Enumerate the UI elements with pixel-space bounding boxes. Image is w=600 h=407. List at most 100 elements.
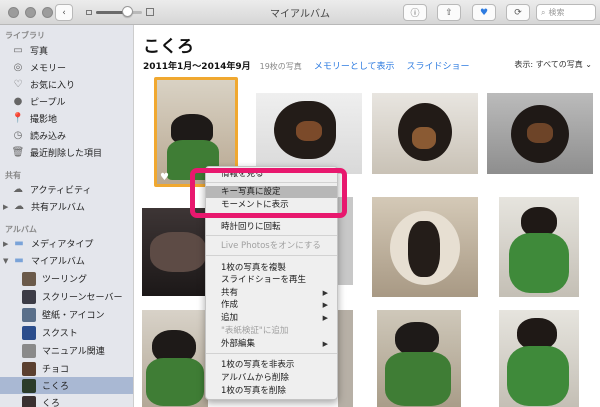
disclosure-down-icon[interactable]: ▼ — [3, 257, 11, 265]
sidebar: ライブラリ ▭ 写真 ◎ メモリー ♡ お気に入り ● ピープル 📍 撮影地 ◷… — [0, 25, 134, 407]
search-field[interactable]: ⌕ 検索 — [536, 4, 596, 21]
photo-thumbnail[interactable] — [338, 310, 353, 407]
share-icon: ⇧ — [445, 7, 453, 18]
menu-item-label: 1枚の写真を非表示 — [221, 360, 295, 370]
sidebar-album-kokuro[interactable]: こくろ — [0, 377, 133, 394]
small-thumbnail-icon — [86, 10, 92, 15]
info-button[interactable]: ⓘ — [403, 4, 427, 21]
sidebar-item-label: ツーリング — [42, 275, 88, 285]
menu-item-create[interactable]: 作成 ▶ — [206, 299, 337, 311]
favorites-icon: ♡ — [13, 79, 23, 90]
photo-thumbnail[interactable] — [499, 197, 579, 297]
photo-thumbnail[interactable] — [142, 208, 208, 296]
sidebar-item-label: メモリー — [30, 64, 67, 74]
menu-item-share[interactable]: 共有 ▶ — [206, 287, 337, 299]
show-filter-dropdown[interactable]: 表示: すべての写真 ⌄ — [514, 59, 592, 70]
album-thumbnail — [22, 343, 36, 358]
menu-separator — [206, 255, 337, 256]
menu-item-label: Live Photosをオンにする — [221, 241, 321, 251]
sidebar-item-activity[interactable]: ☁ アクティビティ — [0, 181, 133, 198]
album-thumbnail — [22, 378, 36, 393]
photo-count: 19枚の写真 — [259, 62, 302, 71]
photo-thumbnail[interactable] — [499, 310, 579, 407]
menu-item-add-to[interactable]: 追加 ▶ — [206, 312, 337, 324]
rotate-icon: ⟳ — [514, 7, 522, 18]
info-icon: ⓘ — [410, 9, 420, 19]
sidebar-item-media-types[interactable]: ▶ ▬ メディアタイプ — [0, 235, 133, 252]
album-thumbnail — [22, 395, 36, 407]
photos-icon: ▭ — [13, 45, 23, 56]
submenu-arrow-icon: ▶ — [322, 301, 328, 309]
album-thumbnail — [22, 325, 36, 340]
photo-thumbnail[interactable] — [372, 197, 478, 297]
search-icon: ⌕ — [541, 7, 546, 17]
menu-item-label: スライドショーを再生 — [221, 275, 307, 285]
menu-item-label: 1枚の写真を複製 — [221, 263, 286, 273]
zoom-slider[interactable] — [96, 11, 142, 14]
zoom-slider-knob[interactable] — [122, 6, 133, 17]
sidebar-album-touring[interactable]: ツーリング — [0, 270, 133, 287]
photo-thumbnail[interactable] — [487, 93, 593, 174]
sidebar-item-label: 読み込み — [30, 132, 67, 142]
favorite-button[interactable]: ♥ — [472, 4, 496, 21]
sidebar-item-label: こくろ — [42, 382, 70, 392]
sidebar-item-memories[interactable]: ◎ メモリー — [0, 59, 133, 76]
sidebar-album-screensaver[interactable]: スクリーンセーバー — [0, 288, 133, 305]
menu-item-hide-photo[interactable]: 1枚の写真を非表示 — [206, 359, 337, 371]
rotate-button[interactable]: ⟳ — [506, 4, 530, 21]
disclosure-right-icon[interactable]: ▶ — [3, 203, 11, 211]
sidebar-item-shared-albums[interactable]: ▶ ☁ 共有アルバム — [0, 198, 133, 215]
sidebar-item-recently-deleted[interactable]: 🗑 最近削除した項目 — [0, 144, 133, 161]
menu-item-remove-from-album[interactable]: アルバムから削除 — [206, 372, 337, 384]
show-as-memory-link[interactable]: メモリーとして表示 — [314, 59, 395, 72]
close-window-button[interactable] — [8, 7, 19, 18]
minimize-window-button[interactable] — [25, 7, 36, 18]
sidebar-item-label: メディアタイプ — [31, 240, 94, 250]
sidebar-album-scst[interactable]: スクスト — [0, 324, 133, 341]
submenu-arrow-icon: ▶ — [322, 340, 328, 348]
menu-item-label: 時計回りに回転 — [221, 222, 281, 232]
menu-item-label: 外部編集 — [221, 339, 256, 349]
sidebar-item-label: チョコ — [42, 365, 70, 375]
sidebar-item-label: 壁紙・アイコン — [42, 311, 105, 321]
menu-item-edit-with[interactable]: 外部編集 ▶ — [206, 338, 337, 350]
sidebar-item-favorites[interactable]: ♡ お気に入り — [0, 76, 133, 93]
cloud-icon: ☁ — [13, 184, 23, 195]
sidebar-item-label: 共有アルバム — [31, 203, 85, 213]
sidebar-album-wallpaper[interactable]: 壁紙・アイコン — [0, 306, 133, 323]
search-placeholder: 検索 — [548, 8, 565, 17]
photo-thumbnail[interactable] — [256, 93, 362, 174]
sidebar-item-people[interactable]: ● ピープル — [0, 93, 133, 110]
back-button[interactable]: ‹ — [55, 4, 73, 21]
album-thumbnail — [22, 289, 36, 304]
share-button[interactable]: ⇧ — [437, 4, 461, 21]
sidebar-album-kuro[interactable]: くろ — [0, 394, 133, 407]
disclosure-right-icon[interactable]: ▶ — [3, 240, 11, 248]
folder-icon: ▬ — [14, 255, 24, 266]
album-subheader: 2011年1月〜2014年9月 19枚の写真 メモリーとして表示 スライドショー — [143, 59, 470, 72]
menu-item-add-to-album: "表紙検証"に追加 — [206, 325, 337, 337]
zoom-window-button[interactable] — [42, 7, 53, 18]
sidebar-item-imports[interactable]: ◷ 読み込み — [0, 127, 133, 144]
sidebar-album-choco[interactable]: チョコ — [0, 360, 133, 377]
photo-thumbnail[interactable] — [377, 310, 461, 407]
submenu-arrow-icon: ▶ — [322, 314, 328, 322]
menu-item-delete-photo[interactable]: 1枚の写真を削除 — [206, 385, 337, 397]
sidebar-item-photos[interactable]: ▭ 写真 — [0, 42, 133, 59]
folder-icon: ▬ — [14, 238, 24, 249]
menu-separator — [206, 353, 337, 354]
menu-item-duplicate[interactable]: 1枚の写真を複製 — [206, 262, 337, 274]
submenu-arrow-icon: ▶ — [322, 289, 328, 297]
sidebar-item-label: マニュアル関連 — [42, 347, 105, 357]
sidebar-item-label: 撮影地 — [30, 115, 58, 125]
photo-thumbnail[interactable] — [142, 310, 208, 407]
menu-item-play-slideshow[interactable]: スライドショーを再生 — [206, 274, 337, 286]
menu-item-rotate-clockwise[interactable]: 時計回りに回転 — [206, 221, 337, 233]
sidebar-item-my-albums[interactable]: ▼ ▬ マイアルバム — [0, 252, 133, 269]
sidebar-item-places[interactable]: 📍 撮影地 — [0, 110, 133, 127]
page-title: こくろ — [143, 37, 194, 57]
photo-thumbnail[interactable] — [372, 93, 478, 174]
slideshow-link[interactable]: スライドショー — [407, 59, 470, 72]
people-icon: ● — [13, 96, 23, 107]
sidebar-album-manual[interactable]: マニュアル関連 — [0, 342, 133, 359]
